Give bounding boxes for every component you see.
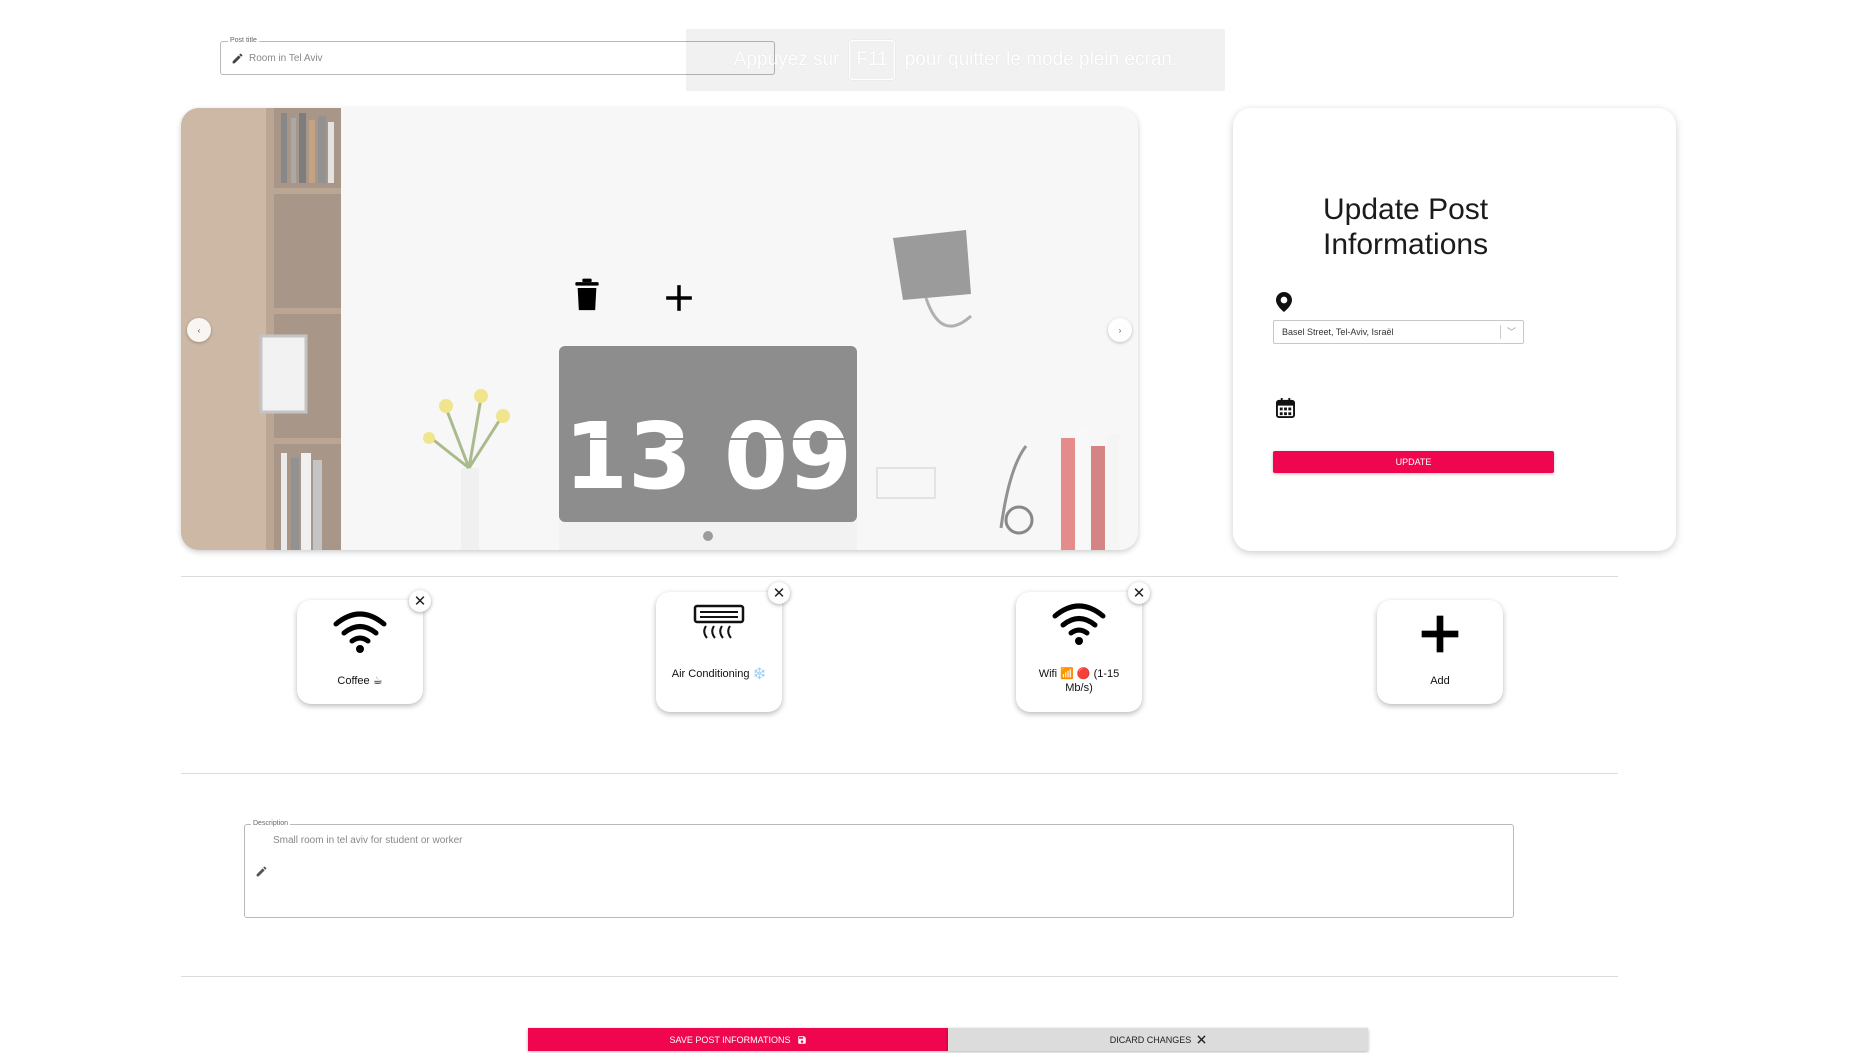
pencil-icon — [232, 53, 243, 64]
carousel-prev-button[interactable]: ‹ — [187, 318, 211, 342]
close-icon: ✕ — [772, 584, 786, 602]
calendar-icon[interactable] — [1276, 398, 1295, 418]
amenity-card-wifi[interactable]: Wifi 📶 🔴 (1-15 Mb/s) ✕ — [1016, 582, 1150, 712]
discard-changes-button[interactable]: DICARD CHANGES — [948, 1028, 1368, 1051]
description-textarea[interactable]: Small room in tel aviv for student or wo… — [273, 835, 1473, 905]
photo-overlay — [181, 108, 1138, 550]
plus-icon — [666, 285, 692, 311]
close-icon: ✕ — [413, 592, 427, 610]
remove-amenity-button[interactable]: ✕ — [409, 590, 431, 612]
delete-image-button[interactable] — [567, 275, 607, 315]
carousel-next-button[interactable]: › — [1108, 318, 1132, 342]
fullscreen-toast: Appuyez sur F11 pour quitter le mode ple… — [686, 29, 1225, 91]
divider-middle — [181, 773, 1618, 774]
divider-top — [181, 576, 1618, 577]
location-select-value: Basel Street, Tel-Aviv, Israël — [1282, 327, 1394, 337]
update-card-title: Update Post Informations — [1323, 193, 1489, 261]
discard-button-label: DICARD CHANGES — [1109, 1034, 1192, 1045]
divider-bottom — [181, 976, 1618, 977]
post-title-input[interactable] — [249, 50, 749, 66]
trash-icon — [575, 278, 599, 311]
image-carousel[interactable]: 13 09 ‹ › — [181, 108, 1138, 550]
amenity-label: Add — [1430, 675, 1450, 687]
description-field[interactable]: Description Small room in tel aviv for s… — [244, 819, 1514, 918]
description-legend: Description — [251, 819, 291, 829]
update-button[interactable]: UPDATE — [1273, 451, 1554, 473]
amenity-card-coffee[interactable]: Coffee ☕ ✕ — [297, 590, 431, 704]
toast-key-f11: F11 — [849, 40, 895, 80]
save-post-button[interactable]: SAVE POST INFORMATIONS — [528, 1028, 948, 1051]
location-select[interactable]: Basel Street, Tel-Aviv, Israël ﹀ — [1273, 320, 1524, 344]
toast-text-before: Appuyez sur — [733, 49, 840, 70]
close-icon: ✕ — [1132, 584, 1146, 602]
chevron-down-icon[interactable]: ﹀ — [1507, 321, 1516, 343]
remove-amenity-button[interactable]: ✕ — [1128, 582, 1150, 604]
wifi-icon — [333, 611, 387, 653]
amenity-card-air-conditioning[interactable]: Air Conditioning ❄️ ✕ — [656, 582, 790, 712]
air-conditioner-icon — [693, 604, 745, 639]
chevron-left-icon: ‹ — [197, 325, 201, 335]
save-button-label: SAVE POST INFORMATIONS — [669, 1034, 791, 1045]
amenity-label: Coffee ☕ — [337, 675, 383, 687]
add-image-button[interactable] — [659, 278, 699, 318]
chevron-right-icon: › — [1118, 325, 1122, 335]
plus-icon — [1421, 615, 1459, 653]
remove-amenity-button[interactable]: ✕ — [768, 582, 790, 604]
toast-text-after: pour quitter le mode plein écran. — [904, 49, 1178, 70]
add-amenity-button[interactable]: Add — [1377, 600, 1503, 704]
select-separator — [1500, 325, 1501, 339]
close-icon — [1197, 1035, 1206, 1044]
location-pin-icon — [1276, 292, 1292, 312]
wifi-icon — [1052, 603, 1106, 645]
pencil-icon — [256, 866, 267, 877]
post-title-legend: Post title — [228, 36, 259, 46]
update-post-card: Update Post Informations Basel Street, T… — [1233, 108, 1676, 551]
amenity-label: Wifi 📶 🔴 (1-15 Mb/s) — [1038, 668, 1120, 694]
amenity-label: Air Conditioning ❄️ — [671, 668, 767, 680]
save-icon — [797, 1035, 806, 1044]
